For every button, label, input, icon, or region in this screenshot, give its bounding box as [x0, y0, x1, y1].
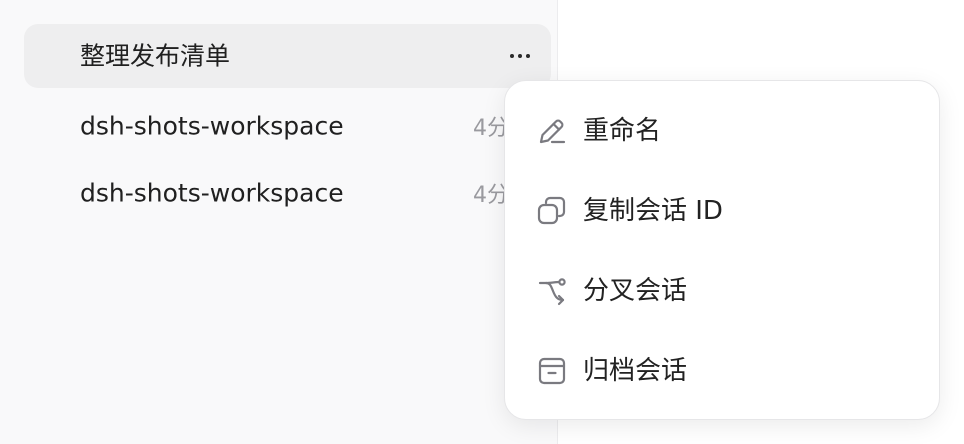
archive-icon: [535, 354, 569, 388]
conversation-item[interactable]: dsh-shots-workspace 4分: [24, 94, 551, 158]
rename-menu-item[interactable]: 重命名: [521, 99, 925, 163]
sidebar: 整理发布清单 dsh-shots-workspace 4分 dsh-shots-…: [0, 0, 558, 444]
conversation-title: dsh-shots-workspace: [80, 111, 344, 141]
conversation-title: 整理发布清单: [80, 41, 231, 71]
more-horizontal-icon: [510, 54, 514, 58]
menu-item-label: 重命名: [583, 116, 662, 146]
menu-item-label: 复制会话 ID: [583, 196, 723, 226]
more-options-button[interactable]: [504, 40, 536, 72]
context-menu: 重命名 复制会话 ID 分叉会话 归档会话: [504, 80, 940, 420]
copy-icon: [535, 194, 569, 228]
archive-session-menu-item[interactable]: 归档会话: [521, 339, 925, 403]
conversation-title: dsh-shots-workspace: [80, 178, 344, 208]
menu-item-label: 分叉会话: [583, 276, 688, 306]
pencil-icon: [535, 114, 569, 148]
conversation-item-active[interactable]: 整理发布清单: [24, 24, 551, 88]
conversation-item[interactable]: dsh-shots-workspace 4分: [24, 161, 551, 225]
fork-icon: [535, 274, 569, 308]
menu-item-label: 归档会话: [583, 356, 688, 386]
copy-session-id-menu-item[interactable]: 复制会话 ID: [521, 179, 925, 243]
fork-session-menu-item[interactable]: 分叉会话: [521, 259, 925, 323]
